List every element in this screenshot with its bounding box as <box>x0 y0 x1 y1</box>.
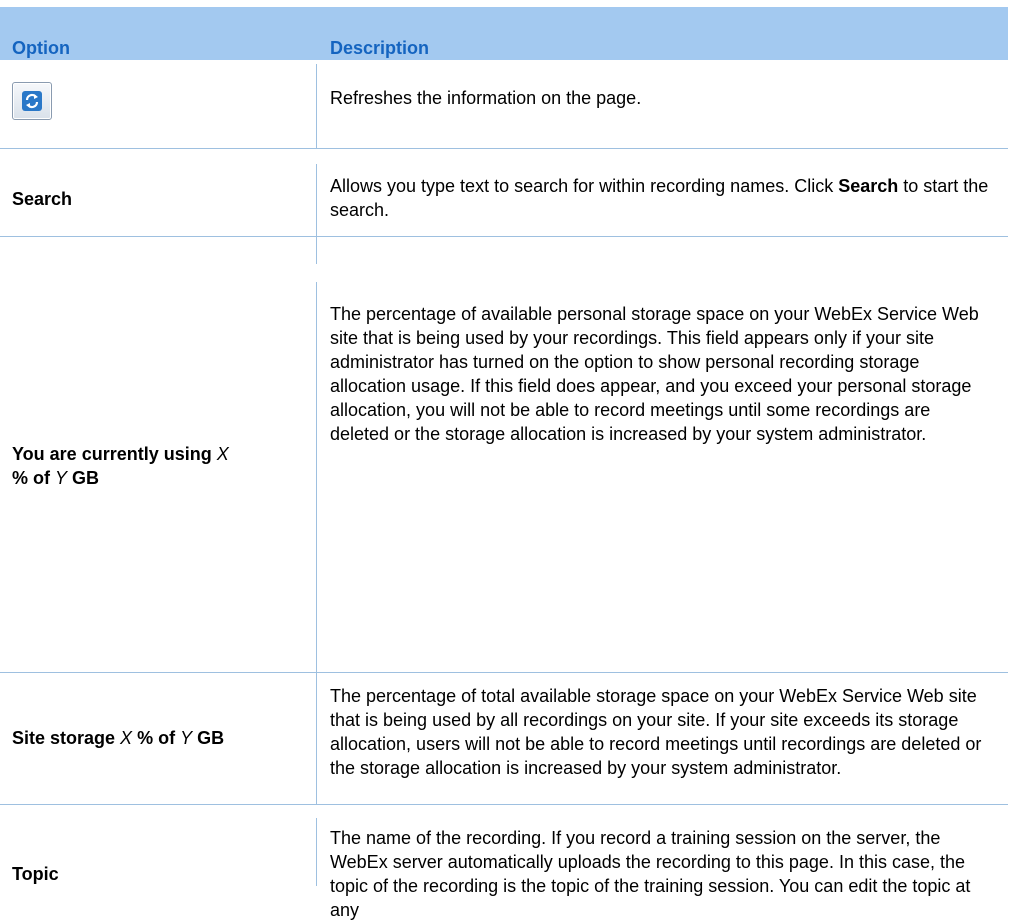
option-description-table: Option Description Refreshes the informa… <box>0 0 1011 920</box>
opt-var: Y <box>180 728 193 748</box>
column-divider <box>316 164 317 264</box>
row-divider <box>0 672 1008 673</box>
option-personal-usage: You are currently using X % of Y GB <box>12 442 310 490</box>
search-inline-label: Search <box>838 176 899 196</box>
refresh-icon <box>22 91 42 111</box>
table-header <box>0 7 1008 60</box>
option-site-storage: Site storage X % of Y GB <box>12 726 310 750</box>
site-storage-description: The percentage of total available storag… <box>330 686 982 778</box>
personal-usage-description: The percentage of available personal sto… <box>330 304 979 444</box>
opt-text: % of <box>12 468 55 488</box>
refresh-button[interactable] <box>12 82 52 120</box>
row-divider <box>0 236 1008 237</box>
opt-text: GB <box>67 468 100 488</box>
column-divider <box>316 282 317 672</box>
option-search: Search <box>12 189 73 209</box>
header-option: Option <box>12 38 70 58</box>
option-topic: Topic <box>12 864 59 884</box>
topic-description: The name of the recording. If you record… <box>330 828 971 920</box>
search-description: Allows you type text to search for withi… <box>330 174 994 222</box>
desc-text: Allows you type text to search for withi… <box>330 176 839 196</box>
row-divider <box>0 148 1008 149</box>
column-divider <box>316 818 317 886</box>
opt-var: Y <box>55 468 68 488</box>
column-divider <box>316 672 317 804</box>
opt-text: Site storage <box>12 728 121 748</box>
header-description: Description <box>330 38 430 58</box>
column-divider <box>316 64 317 148</box>
refresh-description: Refreshes the information on the page. <box>330 88 642 108</box>
opt-text: You are currently using <box>12 444 217 464</box>
opt-var: X <box>120 728 133 748</box>
row-divider <box>0 804 1008 805</box>
opt-text: GB <box>192 728 225 748</box>
opt-var: X <box>216 444 229 464</box>
opt-text: % of <box>132 728 181 748</box>
